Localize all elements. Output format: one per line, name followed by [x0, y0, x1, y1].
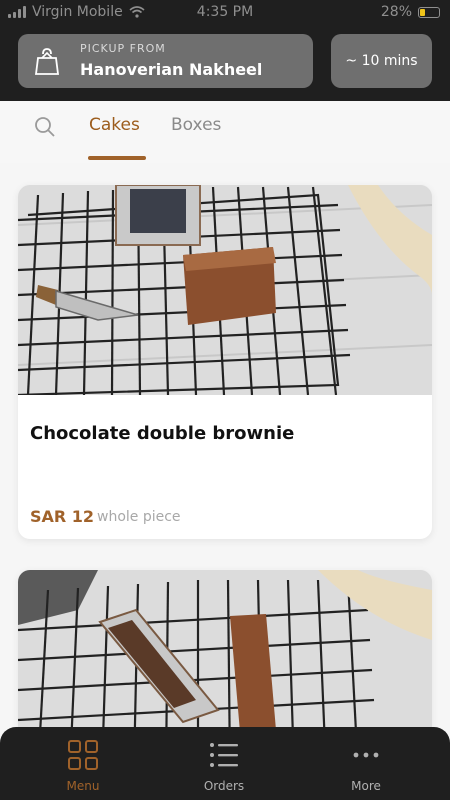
nav-orders-label: Orders [203, 779, 245, 793]
product-card[interactable]: Chocolate double brownie SAR 12 whole pi… [18, 185, 432, 539]
top-bar: Virgin Mobile 4:35 PM 28% PICKUP FROM Ha… [0, 0, 450, 101]
battery-icon [418, 6, 440, 18]
pickup-location-selector[interactable]: PICKUP FROM Hanoverian Nakheel [18, 34, 313, 88]
pickup-label: PICKUP FROM [80, 42, 166, 55]
status-bar: Virgin Mobile 4:35 PM 28% [0, 0, 450, 26]
product-price: SAR 12 [30, 507, 95, 526]
battery-percent: 28% [380, 4, 412, 20]
nav-menu-label: Menu [66, 779, 100, 793]
pickup-location-name: Hanoverian Nakheel [80, 60, 263, 79]
nav-menu[interactable]: Menu [33, 739, 133, 793]
nav-more[interactable]: More [316, 739, 416, 793]
product-unit: whole piece [97, 509, 181, 525]
nav-orders[interactable]: Orders [174, 739, 274, 793]
category-tabs: Cakes Boxes [0, 101, 450, 163]
shopping-bag-icon [34, 48, 60, 75]
bottom-navigation: Menu Orders More [0, 727, 450, 800]
search-icon[interactable] [33, 115, 57, 139]
product-photo [18, 185, 432, 395]
product-name: Chocolate double brownie [30, 423, 295, 444]
grid-icon [68, 740, 98, 770]
more-icon [353, 752, 379, 758]
tab-cakes[interactable]: Cakes [89, 115, 140, 135]
active-tab-indicator [88, 156, 146, 160]
list-icon [210, 743, 238, 767]
eta-button[interactable]: ~ 10 mins [331, 34, 432, 88]
battery-group: 28% [381, 4, 440, 20]
tab-boxes[interactable]: Boxes [171, 115, 221, 135]
nav-more-label: More [351, 779, 381, 793]
